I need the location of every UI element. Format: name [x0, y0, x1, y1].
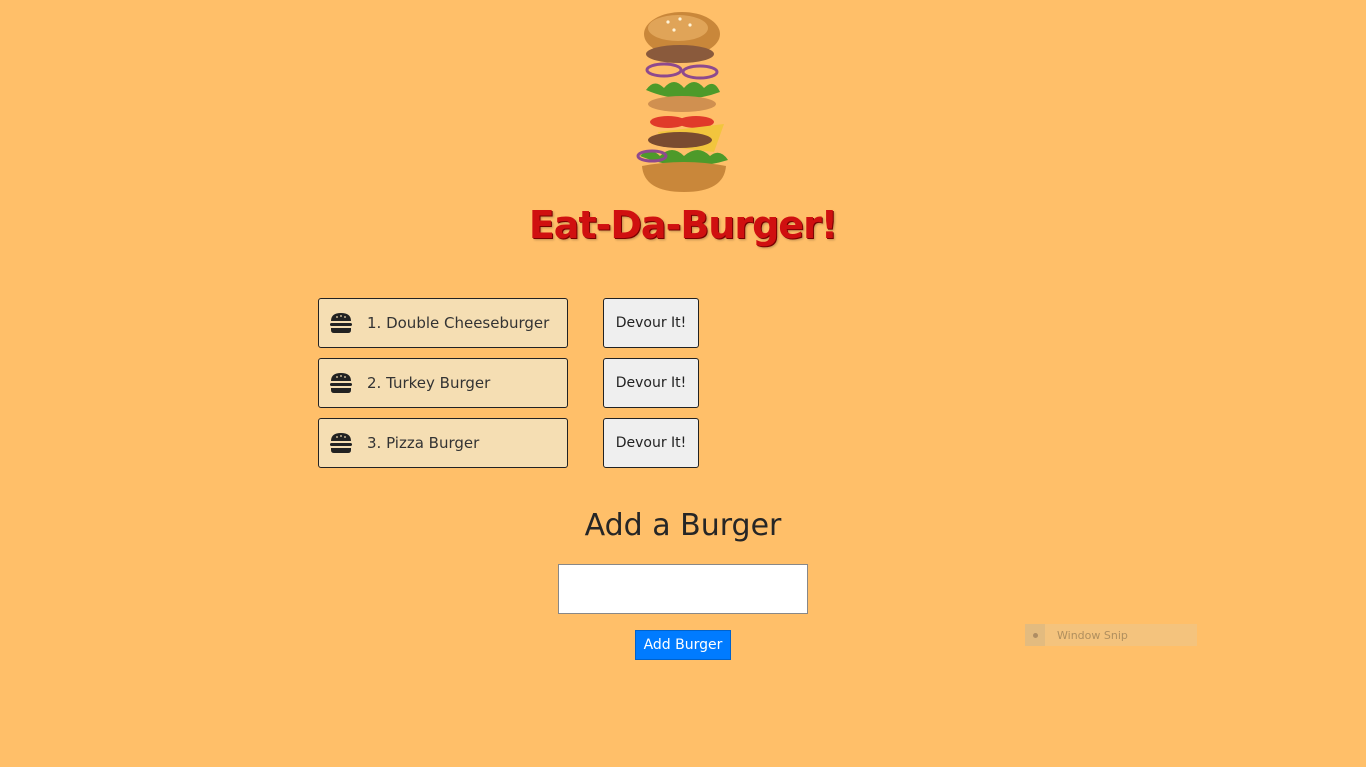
devour-button[interactable]: Devour It!: [603, 358, 699, 408]
burger-list: 1. Double Cheeseburger Devour It! 2. Tur…: [318, 298, 699, 478]
hamburger-icon: [330, 313, 352, 333]
burger-row: 2. Turkey Burger Devour It!: [318, 358, 699, 408]
burger-item: 3. Pizza Burger: [318, 418, 568, 468]
burger-name: 2. Turkey Burger: [367, 374, 491, 392]
stacked-burger-logo: [636, 12, 728, 192]
add-burger-heading: Add a Burger: [584, 508, 782, 543]
burger-name: 1. Double Cheeseburger: [367, 314, 550, 332]
hamburger-icon: [330, 373, 352, 393]
snip-label: Window Snip: [1057, 628, 1128, 642]
burger-row: 1. Double Cheeseburger Devour It!: [318, 298, 699, 348]
burger-name: 3. Pizza Burger: [367, 434, 480, 452]
page-title: Eat-Da-Burger!: [528, 203, 838, 247]
record-dot-icon: [1025, 624, 1045, 646]
window-snip-overlay: Window Snip: [1025, 624, 1197, 646]
devour-button[interactable]: Devour It!: [603, 298, 699, 348]
burger-item: 2. Turkey Burger: [318, 358, 568, 408]
add-burger-button[interactable]: Add Burger: [635, 630, 731, 660]
burger-name-input[interactable]: [558, 564, 808, 614]
page: Eat-Da-Burger! 1. Double Cheeseburger De…: [0, 0, 1366, 767]
hamburger-icon: [330, 433, 352, 453]
burger-row: 3. Pizza Burger Devour It!: [318, 418, 699, 468]
burger-item: 1. Double Cheeseburger: [318, 298, 568, 348]
devour-button[interactable]: Devour It!: [603, 418, 699, 468]
